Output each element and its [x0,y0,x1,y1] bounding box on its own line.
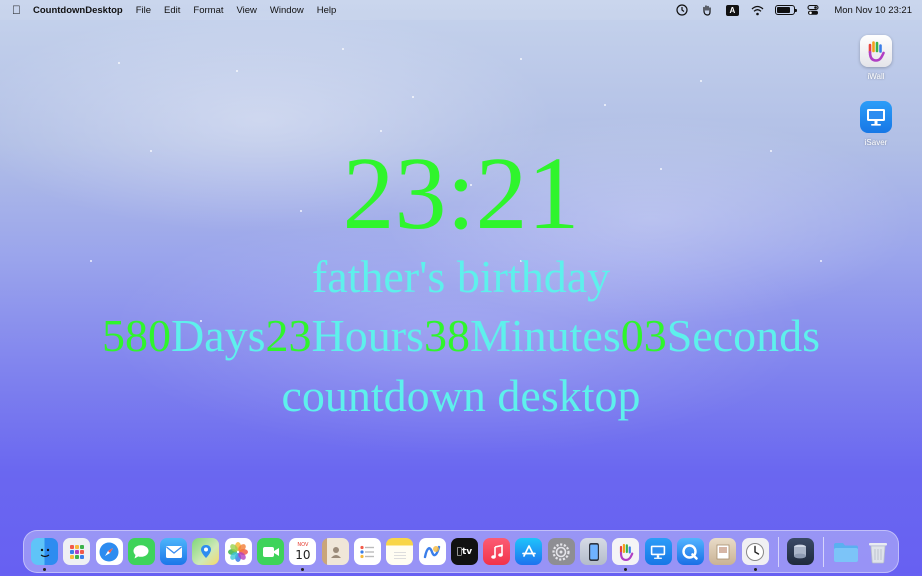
isaver-monitor-icon [644,538,672,565]
dock-facetime[interactable] [257,538,285,565]
gear-icon [547,538,575,565]
hand-status-icon[interactable] [700,3,714,17]
dock-downloads-folder[interactable] [832,538,859,565]
dock-isaver[interactable] [644,538,672,565]
dock-apple-tv[interactable]: tv [450,538,478,565]
countdown-caption: countdown desktop [281,370,641,421]
dock-mail[interactable] [160,538,188,565]
dock-iwall[interactable] [612,538,640,571]
apple-tv-icon: tv [450,538,478,565]
battery-icon[interactable] [775,3,798,17]
disk-icon [786,538,814,565]
countdown-display: 23:21 father's birthday 580Days23Hours38… [0,140,922,426]
hours-value: 23 [265,310,312,361]
hours-unit: Hours [311,310,424,361]
control-center-icon[interactable] [806,3,820,17]
isaver-monitor-icon [860,101,892,133]
menu-help[interactable]: Help [317,5,337,16]
dock-freeform[interactable] [418,538,446,565]
notes-icon [386,538,414,565]
calendar-icon: NOV 10 [289,538,317,565]
dock-separator [777,536,779,567]
clock-icon [741,538,769,565]
dock-music[interactable] [483,538,511,565]
dock-separator [823,536,825,567]
app-store-icon [515,538,543,565]
photos-flower-icon [224,538,252,565]
dock-trash[interactable] [864,538,891,565]
desktop-icon-label: iWall [867,72,885,81]
dock-contacts[interactable] [321,538,349,565]
facetime-camera-icon [257,538,285,565]
contacts-icon [321,538,349,565]
dock-messages[interactable] [127,538,155,565]
freeform-icon [418,538,446,565]
app-menu[interactable]: CountdownDesktop [33,5,123,16]
phone-icon [580,538,608,565]
dock-iphone-mirroring[interactable] [580,538,608,565]
seconds-unit: Seconds [666,310,821,361]
menu-edit[interactable]: Edit [164,5,180,16]
dock-system-settings[interactable] [547,538,575,565]
iwall-hand-icon [612,538,640,565]
mail-envelope-icon [160,538,188,565]
menu-window[interactable]: Window [270,5,304,16]
dock-quicktime[interactable] [676,538,704,565]
days-value: 580 [101,310,171,361]
time-remaining: 580Days23Hours38Minutes03Seconds [0,306,922,366]
calendar-day: 10 [295,547,311,562]
dock-countdown-desktop[interactable] [741,538,769,571]
maps-icon [192,538,220,565]
iwall-hand-icon [860,35,892,67]
music-note-icon [483,538,511,565]
event-title: father's birthday [311,251,611,302]
dock-backup-app[interactable] [786,538,814,565]
dock-preview[interactable] [709,538,737,565]
dock-maps[interactable] [192,538,220,565]
apple-menu-icon[interactable]:  [12,4,21,16]
dock-finder[interactable] [31,538,58,571]
dock: NOV 10 tv [23,530,899,573]
dock-launchpad[interactable] [63,538,91,565]
current-time: 23:21 [342,136,580,251]
folder-icon [832,538,859,565]
desktop-icon-iwall[interactable]: iWall [851,35,901,81]
wifi-icon[interactable] [750,3,764,17]
quicktime-icon [676,538,704,565]
dock-safari[interactable] [95,538,123,565]
menu-file[interactable]: File [136,5,151,16]
menu-view[interactable]: View [237,5,257,16]
minutes-unit: Minutes [469,310,621,361]
finder-icon [31,538,58,565]
menu-format[interactable]: Format [193,5,223,16]
preview-icon [709,538,737,565]
days-unit: Days [170,310,266,361]
dock-calendar[interactable]: NOV 10 [289,538,317,571]
dock-reminders[interactable] [353,538,381,565]
clock-status-icon[interactable] [675,3,689,17]
dock-photos[interactable] [224,538,252,565]
launchpad-icon [63,538,91,565]
messages-bubble-icon [127,538,155,565]
menu-bar:  CountdownDesktop File Edit Format View… [0,0,922,20]
input-source-icon[interactable]: A [725,3,739,17]
dock-app-store[interactable] [515,538,543,565]
trash-icon [864,538,891,565]
dock-notes[interactable] [386,538,414,565]
minutes-value: 38 [423,310,470,361]
seconds-value: 03 [620,310,667,361]
reminders-list-icon [353,538,381,565]
safari-compass-icon [95,538,123,565]
menu-bar-clock[interactable]: Mon Nov 10 23:21 [834,5,912,16]
